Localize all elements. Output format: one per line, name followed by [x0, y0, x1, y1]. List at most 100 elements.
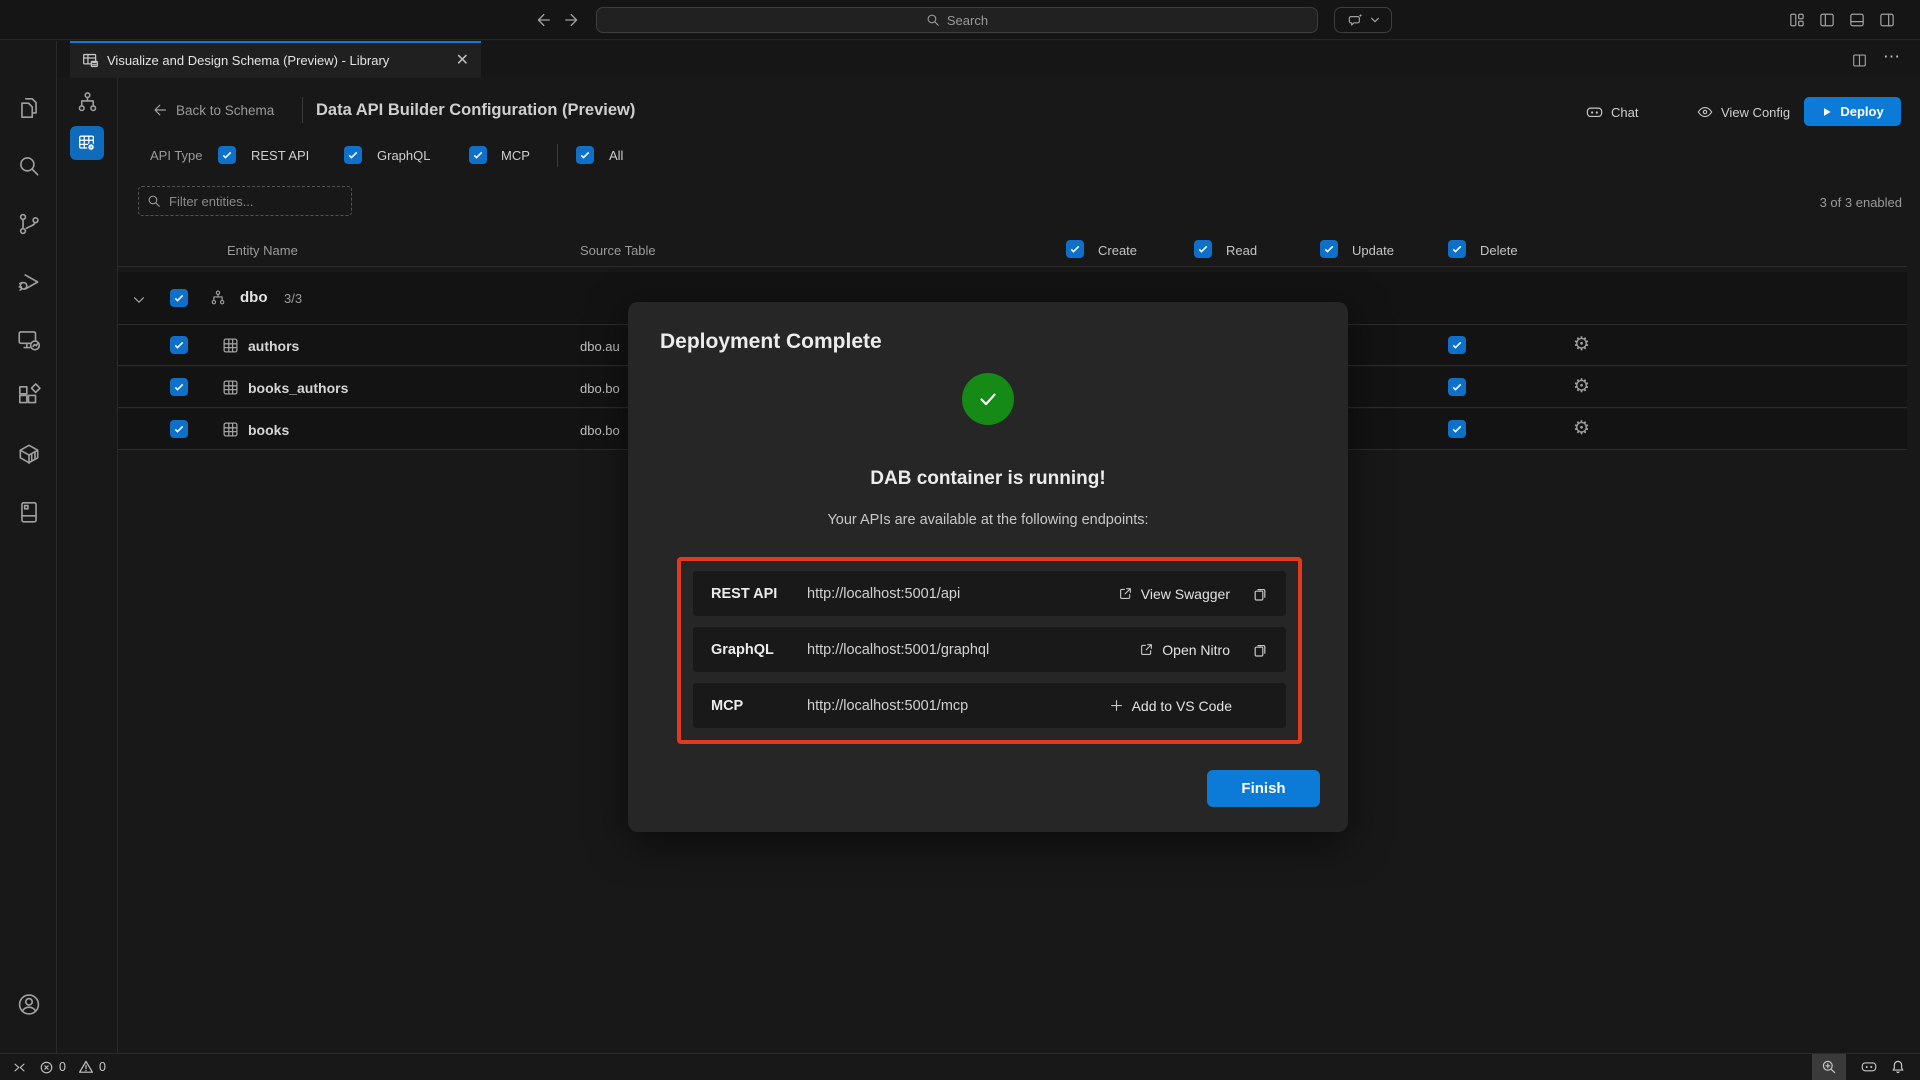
- toggle-primary-sidebar-button[interactable]: [1815, 8, 1839, 32]
- endpoint-label: REST API: [711, 586, 807, 602]
- accounts-button[interactable]: [16, 991, 42, 1017]
- check-icon: [173, 423, 185, 435]
- view-swagger-button[interactable]: View Swagger: [1118, 586, 1230, 602]
- warning-icon: [78, 1059, 94, 1075]
- view-config-button[interactable]: View Config: [1696, 101, 1790, 123]
- group-checkbox[interactable]: [170, 289, 188, 307]
- graphql-checkbox-label: GraphQL: [377, 148, 430, 163]
- nav-back-button[interactable]: [530, 8, 554, 32]
- rest-api-checkbox[interactable]: [218, 146, 236, 164]
- back-to-schema-link[interactable]: Back to Schema: [151, 96, 274, 124]
- endpoint-url: http://localhost:5001/api: [807, 586, 960, 602]
- filter-entities-input[interactable]: [138, 186, 352, 216]
- row-settings-gear-icon[interactable]: ⚙: [1573, 377, 1590, 396]
- sidebar-item-search[interactable]: [16, 153, 42, 179]
- designer-view-toolbar: [57, 78, 118, 1053]
- editor-more-actions-button[interactable]: ⋯: [1883, 47, 1901, 67]
- notifications-button[interactable]: [1884, 1054, 1920, 1080]
- copy-icon[interactable]: [1252, 642, 1268, 658]
- plus-icon: [1109, 698, 1124, 713]
- column-entity-name: Entity Name: [227, 243, 298, 258]
- schema-designer-icon: [82, 52, 99, 69]
- table-header: Entity Name Source Table Create Read Upd…: [118, 239, 1907, 267]
- entity-name: books_authors: [248, 380, 348, 396]
- sidebar-right-icon: [1878, 11, 1896, 29]
- copy-icon: [1252, 642, 1268, 658]
- check-icon: [1451, 243, 1463, 255]
- delete-all-checkbox[interactable]: [1448, 240, 1466, 258]
- copilot-icon: [1585, 103, 1604, 122]
- database-project-icon: [16, 499, 42, 525]
- graphql-checkbox[interactable]: [344, 146, 362, 164]
- page-title: Data API Builder Configuration (Preview): [316, 101, 635, 120]
- sidebar-item-source-control[interactable]: [16, 211, 42, 237]
- arrow-left-icon: [533, 11, 551, 29]
- row-checkbox[interactable]: [170, 336, 188, 354]
- row-checkbox[interactable]: [170, 378, 188, 396]
- copy-icon[interactable]: [1252, 586, 1268, 602]
- dab-config-view-button[interactable]: [70, 126, 104, 160]
- source-table: dbo.bo: [580, 423, 620, 438]
- search-icon: [926, 13, 940, 27]
- check-icon: [472, 149, 484, 161]
- finish-button[interactable]: Finish: [1207, 770, 1320, 807]
- sidebar-item-extensions[interactable]: [16, 383, 42, 409]
- check-icon: [1323, 243, 1335, 255]
- status-message: DAB container is running!: [628, 468, 1348, 490]
- layout-grid-icon: [1788, 11, 1806, 29]
- schema-icon: [75, 90, 100, 115]
- split-editor-button[interactable]: [1847, 48, 1871, 72]
- check-icon: [1451, 423, 1463, 435]
- command-center-search[interactable]: Search: [596, 7, 1318, 33]
- sidebar-item-database-projects[interactable]: [16, 499, 42, 525]
- tab-visualize-design-schema[interactable]: Visualize and Design Schema (Preview) - …: [70, 41, 481, 78]
- open-nitro-button[interactable]: Open Nitro: [1139, 642, 1230, 658]
- sidebar-item-run-debug[interactable]: [16, 269, 42, 295]
- customize-layout-button[interactable]: [1785, 8, 1809, 32]
- remote-indicator[interactable]: [0, 1054, 33, 1080]
- delete-checkbox[interactable]: [1448, 420, 1466, 438]
- problems-warnings[interactable]: 0: [72, 1054, 112, 1080]
- copilot-icon: [1860, 1058, 1878, 1076]
- add-to-vscode-button[interactable]: Add to VS Code: [1109, 698, 1232, 714]
- check-icon: [173, 339, 185, 351]
- back-label: Back to Schema: [176, 103, 274, 118]
- copilot-chat-button[interactable]: [1334, 7, 1392, 33]
- delete-checkbox[interactable]: [1448, 378, 1466, 396]
- chevron-down-icon[interactable]: [132, 293, 146, 307]
- chat-button[interactable]: Chat: [1585, 101, 1638, 123]
- problems-errors[interactable]: 0: [33, 1054, 72, 1080]
- zoom-status-button[interactable]: [1812, 1054, 1846, 1080]
- error-icon: [39, 1060, 54, 1075]
- panel-bottom-icon: [1848, 11, 1866, 29]
- sidebar-item-explorer[interactable]: [16, 95, 42, 121]
- row-checkbox[interactable]: [170, 420, 188, 438]
- mcp-checkbox[interactable]: [469, 146, 487, 164]
- account-icon: [16, 991, 42, 1018]
- all-checkbox[interactable]: [576, 146, 594, 164]
- sidebar-item-containers[interactable]: [16, 441, 42, 467]
- row-settings-gear-icon[interactable]: ⚙: [1573, 335, 1590, 354]
- deploy-label: Deploy: [1840, 104, 1883, 119]
- delete-checkbox[interactable]: [1448, 336, 1466, 354]
- api-type-label: API Type: [150, 148, 203, 163]
- toggle-secondary-sidebar-button[interactable]: [1875, 8, 1899, 32]
- row-settings-gear-icon[interactable]: ⚙: [1573, 419, 1590, 438]
- source-control-icon: [16, 211, 42, 237]
- view-config-label: View Config: [1721, 105, 1790, 120]
- source-table: dbo.au: [580, 339, 620, 354]
- toggle-panel-button[interactable]: [1845, 8, 1869, 32]
- create-all-checkbox[interactable]: [1066, 240, 1084, 258]
- copilot-status-button[interactable]: [1854, 1054, 1884, 1080]
- deploy-button[interactable]: Deploy: [1804, 97, 1901, 126]
- nav-forward-button[interactable]: [561, 8, 585, 32]
- column-read: Read: [1226, 243, 1257, 258]
- close-icon[interactable]: ✕: [456, 53, 469, 69]
- split-editor-icon: [1851, 52, 1868, 69]
- read-all-checkbox[interactable]: [1194, 240, 1212, 258]
- table-icon: [222, 337, 239, 354]
- rest-api-checkbox-label: REST API: [251, 148, 309, 163]
- update-all-checkbox[interactable]: [1320, 240, 1338, 258]
- schema-view-button[interactable]: [75, 90, 100, 115]
- sidebar-item-remote-explorer[interactable]: [16, 327, 42, 353]
